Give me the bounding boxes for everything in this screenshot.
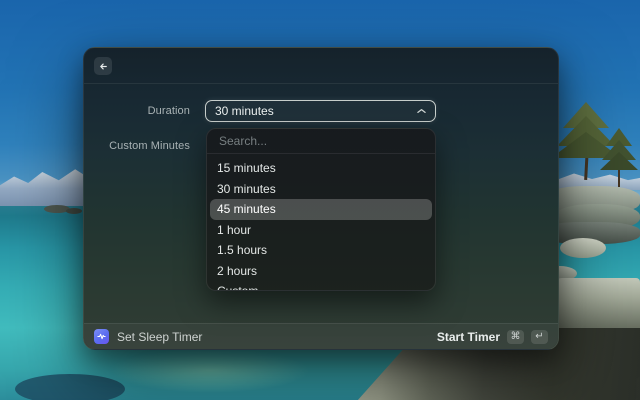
duration-select[interactable]: 30 minutes — [205, 100, 436, 122]
enter-key-badge: ↵ — [531, 330, 548, 344]
chevron-up-icon — [417, 108, 426, 114]
arrow-left-icon — [98, 61, 109, 72]
command-key-badge: ⌘ — [507, 330, 524, 344]
waveform-icon — [96, 331, 107, 342]
command-title: Set Sleep Timer — [117, 330, 429, 344]
dropdown-item-15-minutes[interactable]: 15 minutes — [210, 158, 432, 179]
dropdown-item-30-minutes[interactable]: 30 minutes — [210, 179, 432, 200]
back-button[interactable] — [94, 57, 112, 75]
shallow-water — [110, 348, 310, 393]
custom-minutes-label: Custom Minutes — [104, 140, 190, 152]
duration-select-value: 30 minutes — [215, 104, 417, 118]
duration-label: Duration — [104, 105, 190, 117]
action-bar: Set Sleep Timer Start Timer ⌘ ↵ — [84, 323, 558, 349]
dropdown-item-custom[interactable]: Custom... — [210, 281, 432, 291]
start-timer-label: Start Timer — [437, 330, 500, 344]
dropdown-item-45-minutes[interactable]: 45 minutes — [210, 199, 432, 220]
sleep-timer-app-icon — [94, 329, 109, 344]
boulder — [560, 238, 606, 258]
start-timer-button[interactable]: Start Timer ⌘ ↵ — [437, 330, 548, 344]
submerged-rock — [15, 374, 125, 400]
dropdown-item-2-hours[interactable]: 2 hours — [210, 261, 432, 282]
duration-dropdown: 15 minutes 30 minutes 45 minutes 1 hour … — [206, 128, 436, 291]
dropdown-item-1-5-hours[interactable]: 1.5 hours — [210, 240, 432, 261]
window-header — [84, 48, 558, 84]
rock — [66, 208, 82, 214]
dropdown-list: 15 minutes 30 minutes 45 minutes 1 hour … — [207, 154, 435, 291]
dropdown-search-input[interactable] — [207, 129, 435, 154]
dropdown-item-1-hour[interactable]: 1 hour — [210, 220, 432, 241]
sleep-timer-window: Duration 30 minutes Custom Minutes 15 mi… — [83, 47, 559, 350]
